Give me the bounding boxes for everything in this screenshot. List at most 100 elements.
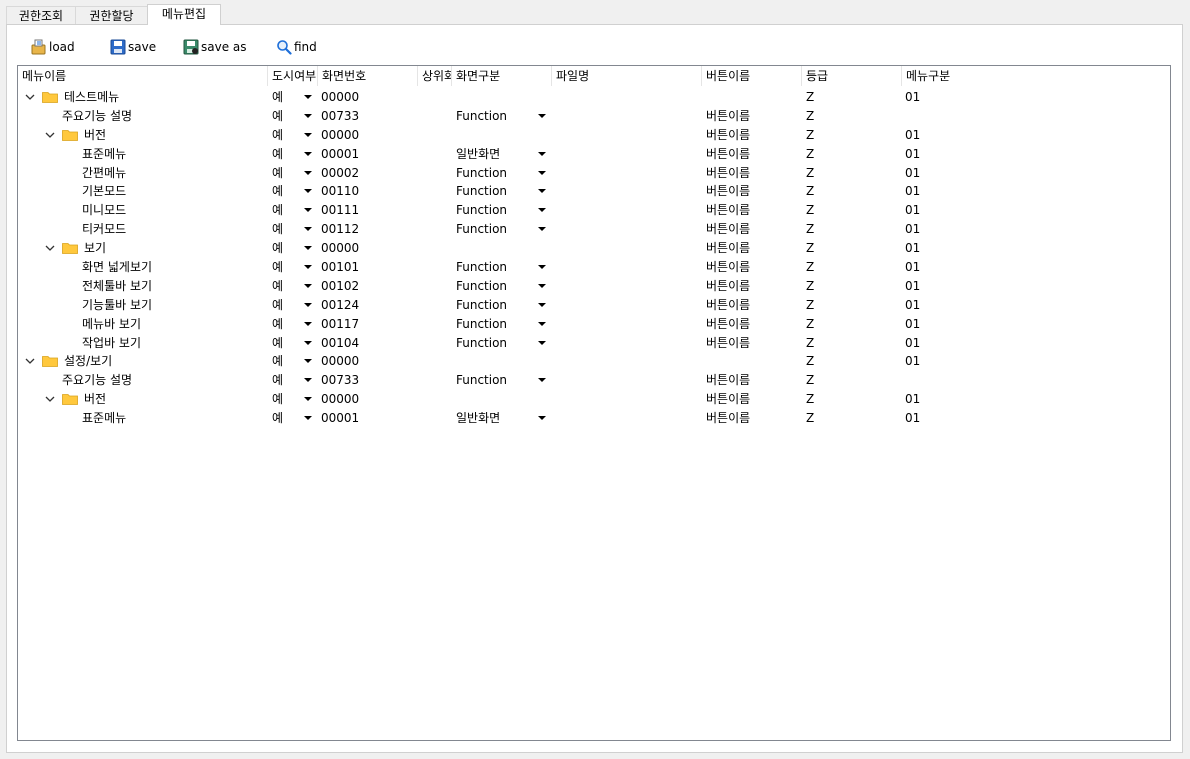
column-header-screen-type[interactable]: 화면구분 [452, 66, 552, 86]
grade-cell[interactable]: Z [802, 126, 902, 144]
screen-type-dropdown[interactable]: Function [452, 296, 552, 314]
parent-screen-cell[interactable] [418, 164, 452, 182]
column-header-file-name[interactable]: 파일명 [552, 66, 702, 86]
screen-no-cell[interactable]: 00001 [318, 145, 418, 163]
file-name-cell[interactable] [552, 239, 702, 257]
file-name-cell[interactable] [552, 258, 702, 276]
file-name-cell[interactable] [552, 126, 702, 144]
menu-name-cell[interactable]: 전체툴바 보기 [18, 277, 266, 295]
menu-name-cell[interactable]: 미니모드 [18, 201, 266, 219]
screen-no-cell[interactable]: 00000 [318, 352, 418, 370]
parent-screen-cell[interactable] [418, 296, 452, 314]
parent-screen-cell[interactable] [418, 352, 452, 370]
button-name-cell[interactable]: 버튼이름 [702, 390, 802, 408]
button-name-cell[interactable]: 버튼이름 [702, 334, 802, 352]
screen-type-dropdown[interactable]: Function [452, 182, 552, 200]
menu-type-cell[interactable]: 01 [902, 334, 1002, 352]
grade-cell[interactable]: Z [802, 334, 902, 352]
grade-cell[interactable]: Z [802, 409, 902, 427]
grade-cell[interactable]: Z [802, 220, 902, 238]
screen-no-cell[interactable]: 00002 [318, 164, 418, 182]
screen-type-dropdown[interactable]: Function [452, 107, 552, 125]
menu-type-cell[interactable]: 01 [902, 390, 1002, 408]
parent-screen-cell[interactable] [418, 334, 452, 352]
display-dropdown[interactable]: 예 [268, 371, 318, 389]
dropdown-arrow-icon[interactable] [304, 359, 312, 364]
dropdown-arrow-icon[interactable] [304, 170, 312, 175]
dropdown-arrow-icon[interactable] [304, 265, 312, 270]
button-name-cell[interactable]: 버튼이름 [702, 371, 802, 389]
dropdown-arrow-icon[interactable] [304, 283, 312, 288]
display-dropdown[interactable]: 예 [268, 182, 318, 200]
screen-no-cell[interactable]: 00102 [318, 277, 418, 295]
screen-type-dropdown[interactable]: Function [452, 164, 552, 182]
grade-cell[interactable]: Z [802, 88, 902, 106]
screen-no-cell[interactable]: 00733 [318, 371, 418, 389]
dropdown-arrow-icon[interactable] [538, 302, 546, 307]
menu-name-cell[interactable]: 메뉴바 보기 [18, 315, 266, 333]
file-name-cell[interactable] [552, 409, 702, 427]
menu-type-cell[interactable]: 01 [902, 258, 1002, 276]
screen-no-cell[interactable]: 00000 [318, 88, 418, 106]
dropdown-arrow-icon[interactable] [538, 416, 546, 421]
screen-type-dropdown[interactable]: 일반화면 [452, 409, 552, 427]
file-name-cell[interactable] [552, 277, 702, 295]
file-name-cell[interactable] [552, 164, 702, 182]
column-header-display[interactable]: 도시여부 [268, 66, 318, 86]
tab-menu-edit[interactable]: 메뉴편집 [147, 4, 221, 25]
menu-type-cell[interactable]: 01 [902, 88, 1002, 106]
tree-row[interactable]: 기능툴바 보기 예 00124 Function 버튼이름 Z 01 [18, 296, 1170, 315]
dropdown-arrow-icon[interactable] [304, 378, 312, 383]
dropdown-arrow-icon[interactable] [304, 95, 312, 99]
display-dropdown[interactable]: 예 [268, 390, 318, 408]
button-name-cell[interactable]: 버튼이름 [702, 315, 802, 333]
grade-cell[interactable]: Z [802, 182, 902, 200]
parent-screen-cell[interactable] [418, 220, 452, 238]
file-name-cell[interactable] [552, 296, 702, 314]
button-name-cell[interactable]: 버튼이름 [702, 277, 802, 295]
tree-row[interactable]: 보기 예 00000 버튼이름 Z 01 [18, 239, 1170, 258]
tree-row[interactable]: 주요기능 설명 예 00733 Function 버튼이름 Z [18, 371, 1170, 390]
display-dropdown[interactable]: 예 [268, 352, 318, 370]
display-dropdown[interactable]: 예 [268, 239, 318, 257]
grade-cell[interactable]: Z [802, 371, 902, 389]
menu-name-cell[interactable]: 기본모드 [18, 182, 266, 200]
file-name-cell[interactable] [552, 201, 702, 219]
dropdown-arrow-icon[interactable] [538, 283, 546, 288]
tree-row[interactable]: 주요기능 설명 예 00733 Function 버튼이름 Z [18, 107, 1170, 126]
tree-row[interactable]: 티커모드 예 00112 Function 버튼이름 Z 01 [18, 220, 1170, 239]
display-dropdown[interactable]: 예 [268, 164, 318, 182]
tree-row[interactable]: 화면 넓게보기 예 00101 Function 버튼이름 Z 01 [18, 258, 1170, 277]
menu-name-cell[interactable]: 티커모드 [18, 220, 266, 238]
tree-row[interactable]: 버전 예 00000 버튼이름 Z 01 [18, 390, 1170, 409]
chevron-down-icon[interactable] [44, 242, 56, 254]
parent-screen-cell[interactable] [418, 201, 452, 219]
button-name-cell[interactable]: 버튼이름 [702, 296, 802, 314]
dropdown-arrow-icon[interactable] [304, 397, 312, 402]
screen-type-dropdown[interactable] [452, 239, 552, 257]
chevron-down-icon[interactable] [24, 355, 36, 367]
display-dropdown[interactable]: 예 [268, 258, 318, 276]
display-dropdown[interactable]: 예 [268, 107, 318, 125]
dropdown-arrow-icon[interactable] [304, 208, 312, 213]
dropdown-arrow-icon[interactable] [538, 170, 546, 175]
screen-type-dropdown[interactable]: Function [452, 315, 552, 333]
tree-row[interactable]: 간편메뉴 예 00002 Function 버튼이름 Z 01 [18, 164, 1170, 183]
display-dropdown[interactable]: 예 [268, 145, 318, 163]
display-dropdown[interactable]: 예 [268, 277, 318, 295]
grade-cell[interactable]: Z [802, 107, 902, 125]
dropdown-arrow-icon[interactable] [538, 378, 546, 383]
file-name-cell[interactable] [552, 220, 702, 238]
menu-type-cell[interactable] [902, 371, 1002, 389]
screen-no-cell[interactable]: 00000 [318, 126, 418, 144]
parent-screen-cell[interactable] [418, 107, 452, 125]
display-dropdown[interactable]: 예 [268, 409, 318, 427]
screen-type-dropdown[interactable]: Function [452, 220, 552, 238]
menu-name-cell[interactable]: 표준메뉴 [18, 409, 266, 427]
column-header-grade[interactable]: 등급 [802, 66, 902, 86]
dropdown-arrow-icon[interactable] [304, 246, 312, 251]
menu-type-cell[interactable]: 01 [902, 201, 1002, 219]
button-name-cell[interactable] [702, 352, 802, 370]
display-dropdown[interactable]: 예 [268, 334, 318, 352]
column-header-menu-type[interactable]: 메뉴구분 [902, 66, 1002, 86]
